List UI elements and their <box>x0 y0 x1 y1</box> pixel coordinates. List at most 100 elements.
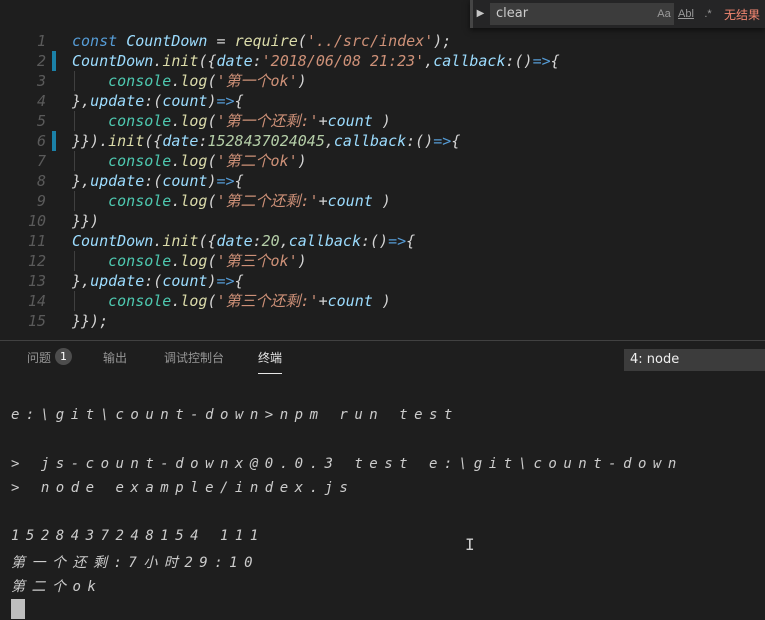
code-token: ) <box>297 252 307 270</box>
tab-output[interactable]: 输出 <box>103 350 127 374</box>
line-number: 3 <box>36 72 46 90</box>
code-editor[interactable]: 1 const CountDown = require('../src/index… <box>0 0 765 340</box>
line-number: 1 <box>36 32 46 50</box>
tab-terminal[interactable]: 终端 <box>258 350 283 374</box>
code-token: ( <box>297 32 307 50</box>
code-token: '第一个还剩:' <box>216 112 319 130</box>
code-token: init <box>108 132 145 150</box>
code-token: init <box>162 52 199 70</box>
tab-problems[interactable]: 问题 <box>27 350 51 374</box>
code-token: => <box>216 272 235 290</box>
code-token: '第二个还剩:' <box>216 192 319 210</box>
code-text: console.log('第二个ok') <box>72 151 307 171</box>
code-token: '第三个ok' <box>216 252 298 270</box>
code-text: console.log('第二个还剩:'+count ) <box>72 191 391 211</box>
code-token: ) <box>372 292 391 310</box>
code-line[interactable]: 3 console.log('第一个ok') <box>0 71 765 91</box>
code-token: { <box>451 132 461 150</box>
code-token: callback <box>333 132 407 150</box>
line-number: 2 <box>36 52 46 70</box>
code-token: count <box>162 92 208 110</box>
line-number: 14 <box>27 292 46 310</box>
code-token: const <box>72 32 127 50</box>
code-token: '2018/06/08 21:23' <box>261 52 425 70</box>
code-line[interactable]: 5 console.log('第一个还剩:'+count ) <box>0 111 765 131</box>
terminal-cursor[interactable] <box>11 599 25 619</box>
line-number: 6 <box>36 132 46 150</box>
code-token: ({ <box>198 232 217 250</box>
terminal-selector[interactable]: 4: node <box>624 349 765 371</box>
find-widget: ▶ clear Aa Abl .* 无结果 <box>470 0 765 28</box>
tab-debug-console[interactable]: 调试控制台 <box>164 350 224 374</box>
code-line[interactable]: 7 console.log('第二个ok') <box>0 151 765 171</box>
terminal-line: 第一个还剩:7小时29:10 <box>11 555 260 571</box>
code-token: count <box>327 112 373 130</box>
find-input[interactable]: clear <box>490 3 674 25</box>
code-text: CountDown.init({date:'2018/06/08 21:23',… <box>72 51 560 71</box>
code-token: :() <box>361 232 389 250</box>
code-line[interactable]: 14 console.log('第三个还剩:'+count ) <box>0 291 765 311</box>
line-number: 12 <box>27 252 46 270</box>
line-number: 15 <box>27 312 46 330</box>
line-number: 8 <box>36 172 46 190</box>
code-line[interactable]: 10}}) <box>0 211 765 231</box>
code-token: ( <box>207 252 217 270</box>
line-number: 13 <box>27 272 46 290</box>
code-token: log <box>180 292 208 310</box>
code-line[interactable]: 4},update:(count)=>{ <box>0 91 765 111</box>
code-token: date <box>162 132 199 150</box>
code-line[interactable]: 1 const CountDown = require('../src/index… <box>0 31 765 51</box>
terminal-line: 第二个ok <box>11 579 103 595</box>
code-token: '第一个ok' <box>216 72 298 90</box>
code-line[interactable]: 13},update:(count)=>{ <box>0 271 765 291</box>
code-text: const CountDown = require('../src/index'… <box>72 31 451 51</box>
code-token: :( <box>144 172 163 190</box>
code-line[interactable]: 12 console.log('第三个ok') <box>0 251 765 271</box>
code-token: :( <box>144 92 163 110</box>
code-line[interactable]: 8},update:(count)=>{ <box>0 171 765 191</box>
code-text: console.log('第一个还剩:'+count ) <box>72 111 391 131</box>
code-token: ({ <box>198 52 217 70</box>
code-line[interactable]: 2 CountDown.init({date:'2018/06/08 21:23'… <box>0 51 765 71</box>
regex-icon[interactable]: .* <box>701 7 715 21</box>
code-token: callback <box>288 232 361 250</box>
code-token: ); <box>433 32 452 50</box>
code-token: { <box>234 172 244 190</box>
code-line[interactable]: 6}}).init({date:1528437024045,callback:(… <box>0 131 765 151</box>
code-token: , <box>324 132 334 150</box>
code-token: log <box>180 152 208 170</box>
code-token: date <box>216 52 253 70</box>
whole-word-icon[interactable]: Abl <box>677 7 695 21</box>
text-cursor-icon: I <box>465 535 475 554</box>
code-token: { <box>406 232 416 250</box>
chevron-right-icon[interactable]: ▶ <box>470 0 488 28</box>
find-result-count: 无结果 <box>724 8 761 22</box>
code-text: CountDown.init({date:20,callback:()=>{ <box>72 231 415 251</box>
code-line[interactable]: 15}}); <box>0 311 765 331</box>
code-token: count <box>327 192 373 210</box>
code-token: console <box>108 72 172 90</box>
code-token: log <box>180 112 208 130</box>
code-token: }, <box>72 272 91 290</box>
code-token: => <box>388 232 407 250</box>
code-token: log <box>180 72 208 90</box>
code-text: }}); <box>72 311 108 331</box>
modified-line-marker <box>52 51 56 71</box>
find-query: clear <box>496 6 529 21</box>
match-case-icon[interactable]: Aa <box>656 7 672 21</box>
code-token: ) <box>297 152 307 170</box>
code-token: : <box>252 232 262 250</box>
code-token: log <box>180 252 208 270</box>
code-token: console <box>108 192 172 210</box>
code-token: ( <box>207 152 217 170</box>
code-token: { <box>234 272 244 290</box>
code-line[interactable]: 11 CountDown.init({date:20,callback:()=>{ <box>0 231 765 251</box>
code-token: update <box>90 92 145 110</box>
code-token: ) <box>372 112 391 130</box>
code-token: + <box>318 112 328 130</box>
code-token: ) <box>207 92 217 110</box>
code-line[interactable]: 9 console.log('第二个还剩:'+count ) <box>0 191 765 211</box>
code-token: ( <box>207 112 217 130</box>
code-token: . <box>153 52 163 70</box>
